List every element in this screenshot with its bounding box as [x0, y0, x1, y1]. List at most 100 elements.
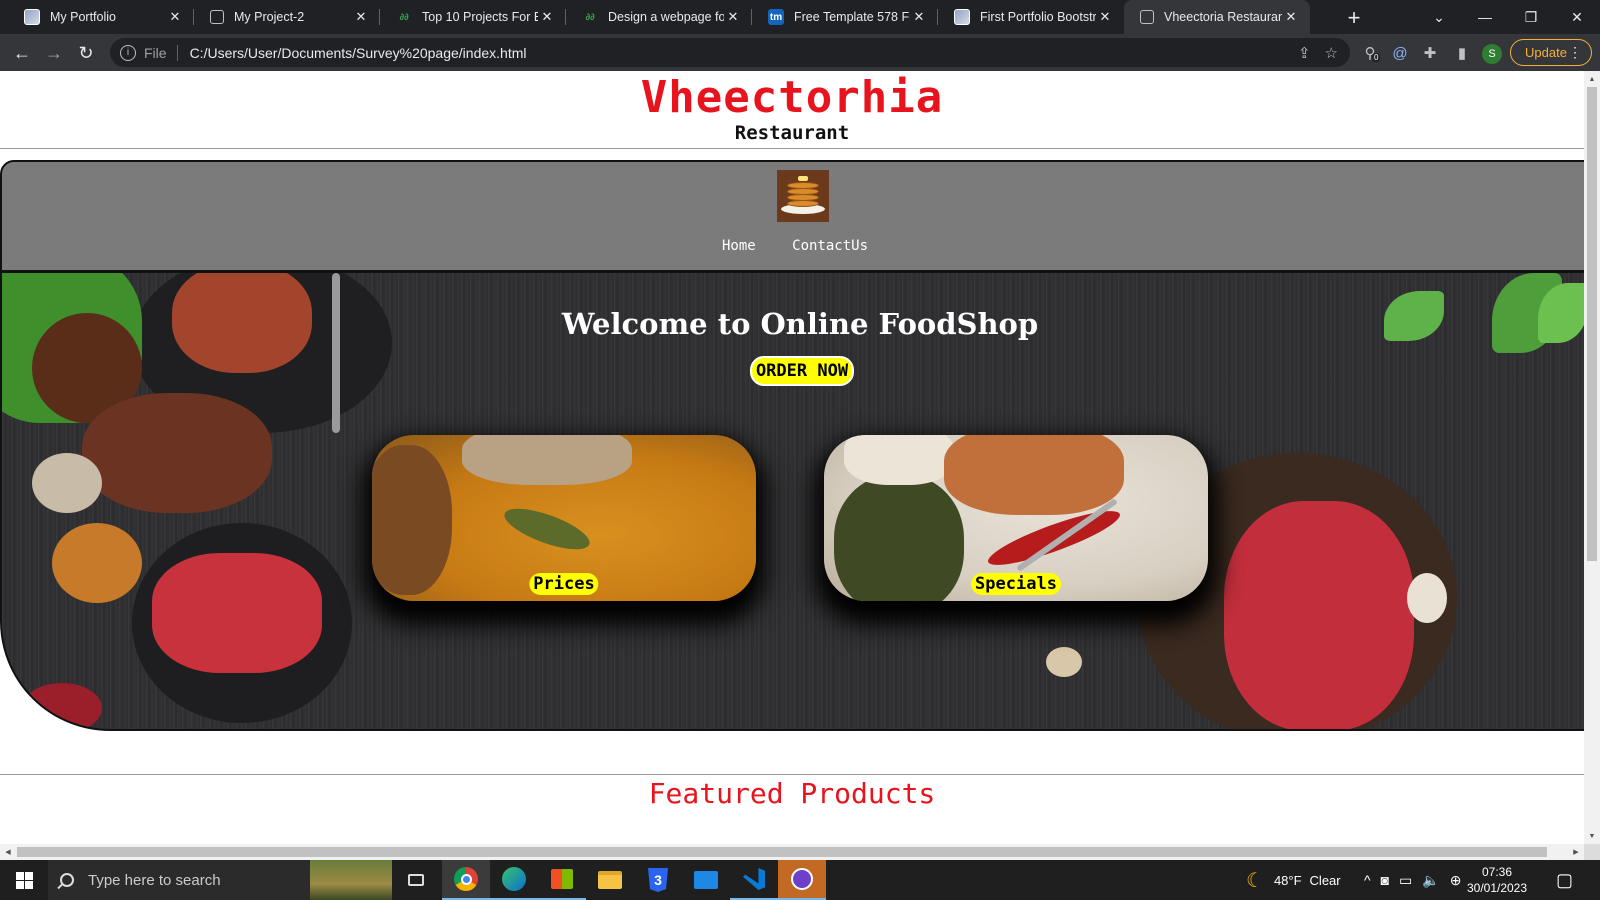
hero-vegetable-bowl	[52, 523, 142, 603]
edge-icon[interactable]	[490, 860, 538, 900]
url-text[interactable]: C:/Users/User/Documents/Survey%20page/in…	[190, 45, 527, 61]
geeksforgeeks-icon: ∂∂	[399, 12, 409, 22]
scroll-right-arrow-icon[interactable]: ▶	[1568, 844, 1584, 860]
browser-tab-strip: My Portfolio ✕ My Project-2 ✕ ∂∂ Top 10 …	[0, 0, 1600, 34]
chevron-up-icon[interactable]: ^	[1364, 872, 1371, 888]
extension-icon[interactable]: ⚲ 0	[1360, 43, 1381, 63]
store-icon[interactable]	[538, 860, 586, 900]
globe-icon	[210, 10, 224, 24]
clock-date: 30/01/2023	[1466, 881, 1528, 895]
grilled-chicken-image	[462, 435, 632, 485]
tab-design-a-webpage[interactable]: ∂∂ Design a webpage for c ✕	[566, 0, 752, 34]
rice-image	[844, 435, 954, 485]
close-tab-icon[interactable]: ✕	[352, 9, 370, 25]
task-view-icon[interactable]	[392, 860, 440, 900]
specials-label[interactable]: Specials	[971, 573, 1061, 595]
back-arrow-icon[interactable]: ←	[10, 41, 34, 65]
tab-first-portfolio-bootstrap[interactable]: First Portfolio Bootstrap ✕	[938, 0, 1124, 34]
header-divider	[0, 148, 1584, 149]
close-window-button[interactable]: ✕	[1554, 0, 1600, 34]
scrollbar-corner	[1584, 844, 1600, 860]
puzzle-extensions-icon[interactable]: ✚	[1420, 43, 1440, 63]
globe-icon	[1140, 10, 1154, 24]
tab-title: My Project-2	[234, 10, 305, 24]
nav-link-home[interactable]: Home	[722, 238, 756, 254]
share-icon[interactable]: ⇪	[1298, 44, 1311, 62]
at-sign-extension-icon[interactable]: @	[1390, 43, 1410, 63]
search-highlight-illustration	[310, 860, 392, 900]
tab-free-template[interactable]: tm Free Template 578 First ✕	[752, 0, 938, 34]
hero-clam-shell	[32, 453, 102, 513]
hero-garlic-clove	[1046, 647, 1082, 677]
nav-menu: Home ContactUs	[2, 238, 1584, 254]
horizontal-scrollbar[interactable]: ◀ ▶	[0, 844, 1584, 860]
vertical-scrollbar[interactable]: ▲ ▼	[1584, 71, 1600, 844]
tab-title: Free Template 578 First	[794, 10, 910, 24]
extension-badge: 0	[1372, 53, 1381, 62]
vertical-scroll-thumb[interactable]	[1587, 87, 1597, 561]
pancake-logo[interactable]	[777, 170, 829, 222]
portfolio-image-favicon	[954, 9, 970, 25]
css3-icon[interactable]: 3	[634, 860, 682, 900]
tab-my-project-2[interactable]: My Project-2 ✕	[194, 0, 380, 34]
moon-icon: ☾	[1246, 869, 1264, 892]
windows-start-icon[interactable]	[16, 872, 33, 889]
reload-icon[interactable]: ↻	[74, 41, 98, 65]
featured-products-heading: Featured Products	[648, 777, 936, 810]
tab-top-10-projects[interactable]: ∂∂ Top 10 Projects For Beg ✕	[380, 0, 566, 34]
vscode-icon[interactable]	[730, 860, 778, 900]
new-tab-button[interactable]: +	[1342, 5, 1366, 31]
tab-search-chevron-icon[interactable]: ⌄	[1416, 0, 1462, 34]
network-globe-icon[interactable]: ⊕	[1450, 872, 1462, 889]
bookmark-star-icon[interactable]: ☆	[1325, 44, 1338, 62]
github-desktop-icon[interactable]	[778, 860, 826, 900]
weather-widget[interactable]: ☾ 48°F Clear	[1246, 860, 1341, 900]
specials-card[interactable]: Specials	[824, 435, 1208, 601]
update-button[interactable]: Update ⋮	[1510, 39, 1592, 66]
volume-icon[interactable]: 🔈	[1422, 872, 1439, 889]
taskbar-clock[interactable]: 07:36 30/01/2023	[1462, 864, 1532, 896]
scroll-left-arrow-icon[interactable]: ◀	[0, 844, 16, 860]
hero-fork	[332, 273, 340, 433]
forward-arrow-icon[interactable]: →	[42, 41, 66, 65]
minimize-button[interactable]: —	[1462, 0, 1508, 34]
nav-link-contactus[interactable]: ContactUs	[792, 238, 868, 254]
horizontal-scroll-thumb[interactable]	[17, 847, 1547, 857]
close-tab-icon[interactable]: ✕	[1282, 9, 1300, 25]
scroll-up-arrow-icon[interactable]: ▲	[1584, 71, 1600, 87]
hero-grilled-steak	[82, 393, 272, 513]
profile-avatar[interactable]: S	[1482, 44, 1502, 64]
info-icon[interactable]: i	[120, 44, 136, 61]
brand-title: Vheectorhia	[640, 72, 944, 123]
close-tab-icon[interactable]: ✕	[1096, 9, 1114, 25]
battery-icon[interactable]: ▭	[1399, 872, 1412, 889]
close-tab-icon[interactable]: ✕	[724, 9, 742, 25]
scroll-down-arrow-icon[interactable]: ▼	[1584, 828, 1600, 844]
close-tab-icon[interactable]: ✕	[538, 9, 556, 25]
close-tab-icon[interactable]: ✕	[166, 9, 184, 25]
close-tab-icon[interactable]: ✕	[910, 9, 928, 25]
prices-card[interactable]: Prices	[372, 435, 756, 601]
notification-icon[interactable]: ▢	[1556, 860, 1573, 900]
section-divider	[0, 774, 1584, 775]
mail-icon[interactable]	[682, 860, 730, 900]
tab-vheectoria-restaurant[interactable]: Vheectoria Restaurant ✕	[1124, 0, 1310, 34]
file-explorer-icon[interactable]	[586, 860, 634, 900]
tm-icon: tm	[768, 9, 784, 25]
meet-now-icon[interactable]: ◙	[1381, 872, 1389, 888]
address-bar[interactable]: i File C:/Users/User/Documents/Survey%20…	[110, 38, 1350, 67]
browser-toolbar: ← → ↻ i File C:/Users/User/Documents/Sur…	[0, 34, 1600, 71]
chrome-icon[interactable]	[442, 860, 490, 900]
tab-my-portfolio[interactable]: My Portfolio ✕	[8, 0, 194, 34]
update-label: Update	[1525, 45, 1567, 60]
logo-pancake	[787, 200, 819, 207]
tab-title: Vheectoria Restaurant	[1164, 10, 1282, 24]
order-now-button[interactable]: ORDER NOW	[750, 356, 854, 386]
omnibox-actions: ⇪ ☆	[1298, 44, 1338, 62]
kebab-menu-icon[interactable]: ⋮	[1568, 44, 1582, 61]
search-placeholder: Type here to search	[88, 871, 221, 889]
restore-button[interactable]: ❐	[1508, 0, 1554, 34]
system-tray: ^ ◙ ▭ 🔈 ⊕	[1364, 860, 1461, 900]
prices-label[interactable]: Prices	[529, 573, 599, 595]
side-panel-icon[interactable]: ▮	[1452, 43, 1472, 63]
